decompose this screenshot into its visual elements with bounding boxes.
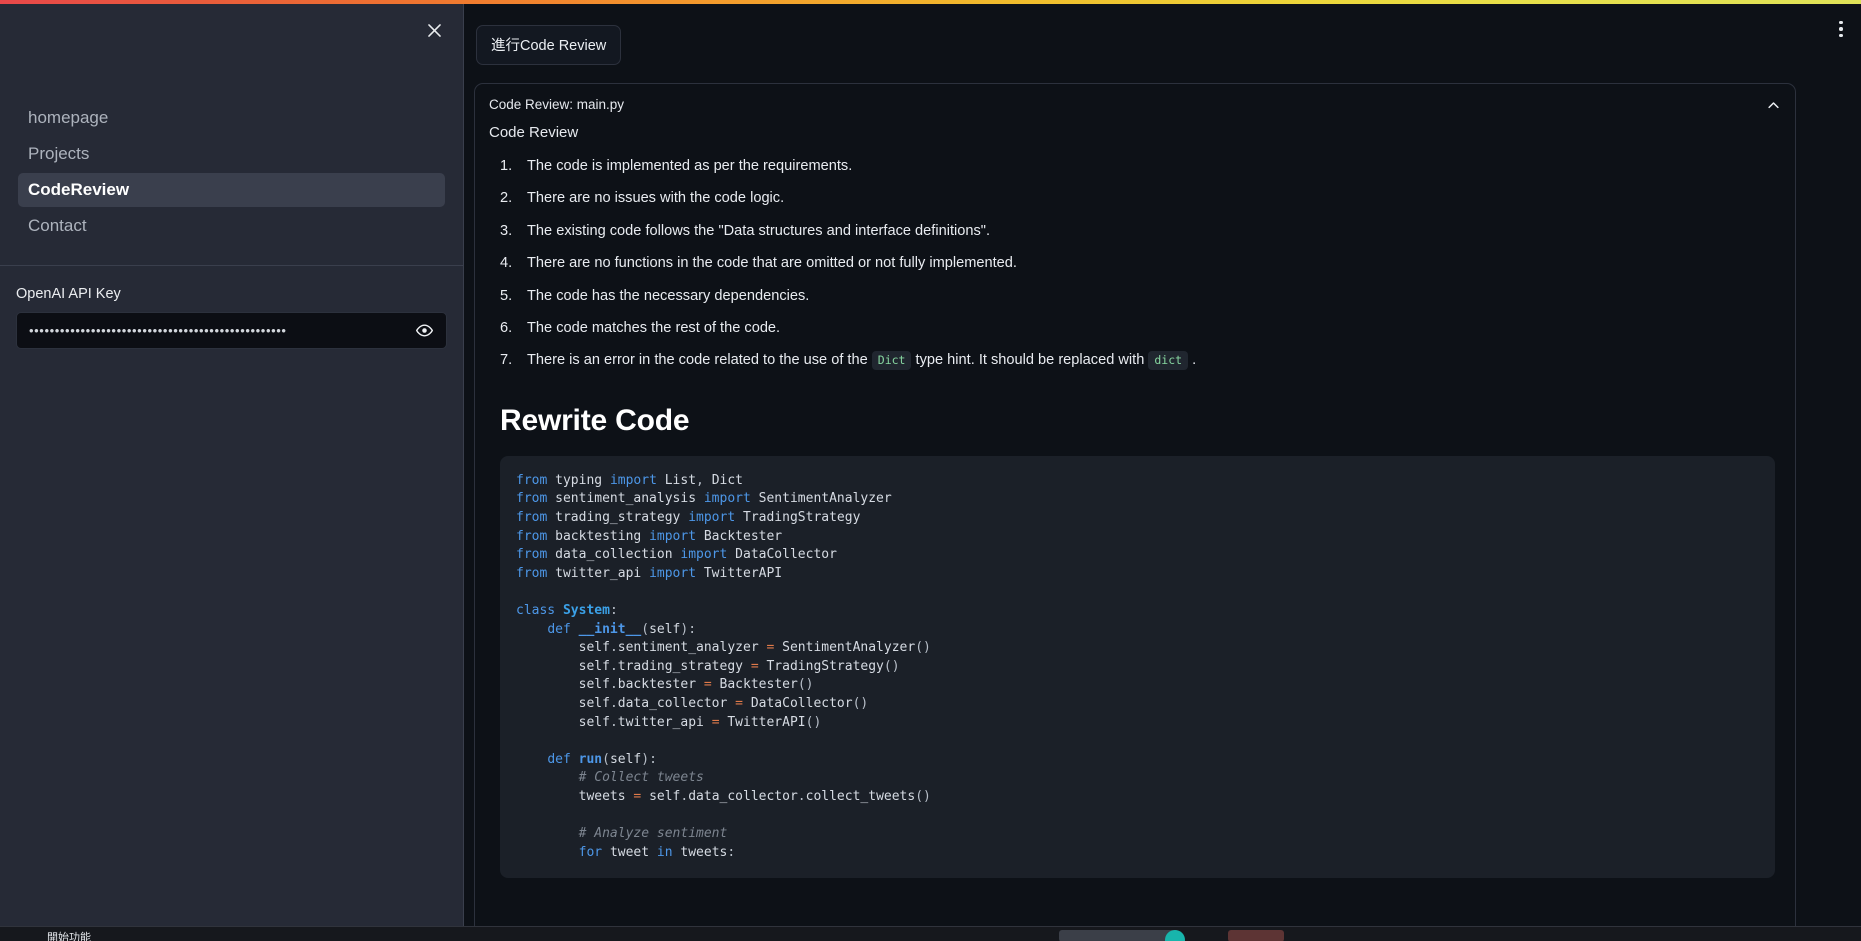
- more-vertical-icon[interactable]: [1828, 14, 1854, 44]
- taskbar-window-chip-2[interactable]: [1228, 930, 1284, 941]
- eye-icon[interactable]: [411, 318, 437, 344]
- list-item-text: There is an error in the code related to…: [527, 352, 872, 369]
- inline-code-dict-lower: dict: [1148, 351, 1189, 371]
- card-body: Code Review The code is implemented as p…: [475, 124, 1795, 898]
- sidebar-drawer: homepage Projects CodeReview Contact Ope…: [0, 4, 464, 926]
- list-item-text: There are no issues with the code logic.: [527, 190, 785, 207]
- api-key-label: OpenAI API Key: [16, 286, 121, 302]
- sidebar-item-homepage[interactable]: homepage: [18, 101, 445, 135]
- list-item: The code has the necessary dependencies.: [489, 284, 1779, 309]
- kebab-dot-3: [1839, 33, 1843, 38]
- card-header: Code Review: main.py: [475, 84, 1795, 124]
- review-list: The code is implemented as per the requi…: [489, 154, 1779, 373]
- sidebar-nav: homepage Projects CodeReview Contact: [0, 48, 463, 243]
- sidebar-item-codereview[interactable]: CodeReview: [18, 173, 445, 207]
- list-item-text-mid: type hint. It should be replaced with: [911, 352, 1149, 369]
- app-window: homepage Projects CodeReview Contact Ope…: [0, 0, 1861, 941]
- kebab-dot-2: [1839, 27, 1843, 31]
- inline-code-dict-upper: Dict: [871, 351, 912, 371]
- main-content: 進行Code Review Code Review: main.py Code …: [464, 4, 1861, 926]
- list-item-text: The code matches the rest of the code.: [527, 320, 781, 337]
- taskbar: 開始功能: [0, 926, 1861, 941]
- taskbar-window-chip[interactable]: [1059, 930, 1179, 941]
- browser-accent-bar: [0, 0, 1861, 4]
- sidebar-header: [0, 4, 463, 48]
- list-item-text: The code is implemented as per the requi…: [527, 158, 853, 174]
- taskbar-app-icon[interactable]: [1165, 930, 1185, 941]
- api-key-section: OpenAI API Key: [0, 266, 463, 349]
- code-block: from typing import List, Dict from senti…: [500, 455, 1775, 879]
- rewrite-code-heading: Rewrite Code: [500, 403, 690, 437]
- code-block-content: from typing import List, Dict from senti…: [516, 472, 931, 860]
- run-code-review-button[interactable]: 進行Code Review: [476, 25, 622, 65]
- list-item: The existing code follows the "Data stru…: [489, 219, 1779, 244]
- sidebar-item-projects[interactable]: Projects: [18, 137, 445, 171]
- close-icon[interactable]: [417, 13, 451, 47]
- list-item-text: The code has the necessary dependencies.: [527, 287, 810, 304]
- chevron-up-icon[interactable]: [1761, 93, 1785, 117]
- api-key-input-wrapper: [16, 312, 447, 349]
- api-key-input[interactable]: [17, 313, 446, 348]
- list-item: The code matches the rest of the code.: [489, 316, 1779, 341]
- list-item-text-post: .: [1188, 352, 1197, 369]
- sidebar-item-contact[interactable]: Contact: [18, 209, 445, 243]
- content-scroll-area: 進行Code Review Code Review: main.py Code …: [464, 4, 1861, 926]
- list-item: There is an error in the code related to…: [489, 348, 1779, 373]
- list-item-text: The existing code follows the "Data stru…: [527, 222, 991, 239]
- list-item: There are no issues with the code logic.: [489, 186, 1779, 211]
- taskbar-start-label[interactable]: 開始功能: [47, 929, 91, 941]
- kebab-dot-1: [1839, 20, 1843, 25]
- card-title: Code Review: main.py: [489, 96, 625, 112]
- review-heading: Code Review: [489, 124, 579, 141]
- list-item: There are no functions in the code that …: [489, 251, 1779, 276]
- list-item: The code is implemented as per the requi…: [489, 154, 1779, 179]
- code-review-card: Code Review: main.py Code Review The cod…: [474, 83, 1796, 926]
- list-item-text: There are no functions in the code that …: [527, 255, 1017, 272]
